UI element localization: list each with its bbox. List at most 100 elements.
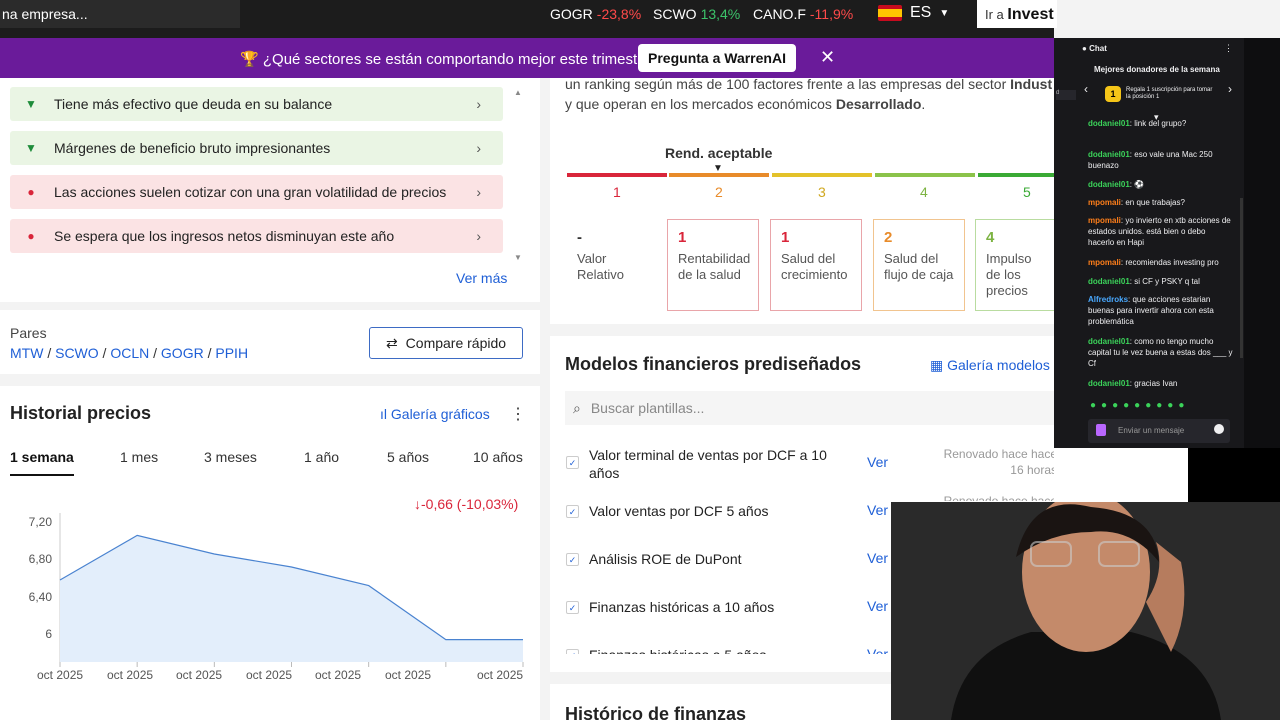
peer-link[interactable]: OCLN (110, 345, 149, 361)
chat-text: : en que trabajas? (1120, 198, 1185, 207)
highlight-label: Se espera que los ingresos netos disminu… (54, 228, 395, 244)
search-input[interactable]: na empresa... (0, 0, 240, 28)
chat-message: dodaniel01: si CF y PSKY q tal (1088, 276, 1233, 287)
top-bar: na empresa... GOGR -23,8% SCWO 13,4% CANO.… (0, 0, 1057, 38)
peers-label: Pares (10, 325, 47, 341)
language-selector[interactable]: ES ▼ (878, 4, 949, 22)
ranking-sector: Indust (1010, 76, 1053, 92)
x-tick-label: oct 2025 (37, 668, 84, 682)
chat-user: dodaniel01 (1088, 337, 1130, 346)
chat-input-placeholder: Enviar un mensaje (1118, 426, 1185, 435)
cam-border (1054, 448, 1188, 502)
ticker-canof[interactable]: CANO.F -11,9% (753, 6, 853, 22)
chat-scrollbar[interactable] (1240, 198, 1243, 358)
chart-gallery-link[interactable]: ıl Galería gráficos (380, 406, 490, 422)
scale-number: 3 (818, 184, 826, 200)
peer-link[interactable]: SCWO (55, 345, 99, 361)
chat-text: : link del grupo? (1129, 119, 1187, 128)
chat-message: dodaniel01: eso vale una Mac 250 buenazo (1088, 149, 1233, 171)
x-tick-label: oct 2025 (176, 668, 223, 682)
ranking-text-line: un ranking según más de 100 factores fre… (565, 74, 1052, 94)
tab-5-years[interactable]: 5 años (387, 449, 429, 465)
highlight-row[interactable]: ▼ Márgenes de beneficio bruto impresionan… (10, 131, 503, 165)
tab-1-month[interactable]: 1 mes (120, 449, 158, 465)
grid-icon: ▦ (930, 357, 944, 373)
trophy-icon: 🏆 (240, 51, 259, 68)
tab-1-year[interactable]: 1 año (304, 449, 339, 465)
goto-investing-button[interactable]: Ir a Invest (977, 0, 1057, 28)
tab-3-months[interactable]: 3 meses (204, 449, 257, 465)
model-view-link[interactable]: Ver (867, 550, 888, 566)
chevron-right-icon[interactable]: › (1228, 82, 1232, 96)
chat-message: Alfredroks: que acciones estarian buenas… (1088, 294, 1233, 327)
chevron-left-icon[interactable]: ‹ (1084, 82, 1088, 96)
check-icon: ✓ (566, 649, 579, 654)
stream-sidebar (1244, 38, 1280, 448)
more-options-icon[interactable]: ⋮ (510, 404, 526, 424)
donor-text: Regala 1 suscripción para tomar la posic… (1126, 87, 1213, 100)
model-view-link[interactable]: Ver (867, 454, 888, 470)
ranking-market: Desarrollado (835, 96, 922, 112)
chat-message: mpomali: yo invierto en xtb acciones de … (1088, 215, 1233, 248)
cam-border (1188, 448, 1280, 502)
tab-1-week[interactable]: 1 semana (10, 449, 74, 465)
scale-segment (978, 173, 1054, 177)
chat-user: Alfredroks (1088, 295, 1129, 304)
search-icon: ⌕ (573, 399, 581, 416)
ticker-scwo[interactable]: SCWO 13,4% (653, 6, 740, 22)
chat-message: dodaniel01: link del grupo? (1088, 118, 1233, 140)
active-tab-indicator (10, 474, 74, 476)
models-gallery-link[interactable]: ▦ Galería modelos (930, 357, 1050, 374)
models-gallery-label: Galería modelos (947, 357, 1050, 373)
chat-user: dodaniel01 (1088, 180, 1130, 189)
quick-compare-button[interactable]: ⇄ Compare rápido (369, 327, 523, 359)
highlight-row[interactable]: ▼ Tiene más efectivo que deuda en su bala… (10, 87, 503, 121)
model-name: Análisis ROE de DuPont (589, 551, 742, 567)
highlight-row[interactable]: ● Las acciones suelen cotizar con una gra… (10, 175, 503, 209)
emote-bar[interactable]: ●●●●●●●●● (1090, 400, 1189, 411)
ranking-text-part: un ranking según más de 100 factores fre… (565, 76, 1011, 92)
chat-text: : gracias Ivan (1129, 379, 1178, 388)
factor-card[interactable]: 2 Salud del flujo de caja (873, 219, 965, 311)
language-code: ES (910, 4, 932, 21)
chat-input[interactable]: Enviar un mensaje (1088, 419, 1230, 443)
chart-gallery-label: Galería gráficos (390, 406, 490, 422)
close-icon[interactable]: ✕ (820, 47, 835, 68)
tab-10-years[interactable]: 10 años (473, 449, 523, 465)
chat-header: ● Chat (1082, 44, 1107, 53)
peer-link[interactable]: MTW (10, 345, 43, 361)
peer-link[interactable]: GOGR (161, 345, 204, 361)
chat-menu-icon[interactable]: ⋮ (1224, 43, 1233, 54)
factor-card[interactable]: - Valor Relativo (566, 219, 658, 311)
bits-icon[interactable] (1096, 424, 1106, 436)
model-view-link[interactable]: Ver (867, 598, 888, 614)
ask-warrenai-button[interactable]: Pregunta a WarrenAI (638, 44, 796, 72)
see-more-link[interactable]: Ver más (456, 270, 507, 286)
factor-value: 1 (781, 229, 790, 246)
factor-card[interactable]: 1 Rentabilidad de la salud (667, 219, 759, 311)
model-view-link[interactable]: Ver (867, 646, 888, 654)
streamer-image (891, 502, 1280, 720)
compare-icon: ⇄ (385, 334, 398, 351)
peer-link[interactable]: PPIH (215, 345, 248, 361)
bull-icon: ▼ (25, 97, 37, 111)
promo-text-wrap: 🏆 ¿Qué sectores se están comportando mej… (240, 50, 659, 68)
ticker-symbol: SCWO (653, 6, 697, 22)
chat-text: : si CF y PSKY q tal (1129, 277, 1200, 286)
factor-card[interactable]: 1 Salud del crecimiento (770, 219, 862, 311)
scale-segment (669, 173, 769, 177)
bear-icon: ● (27, 229, 35, 243)
chat-user: mpomali (1088, 258, 1121, 267)
emote-picker-icon[interactable] (1214, 424, 1224, 434)
highlight-row[interactable]: ● Se espera que los ingresos netos dismin… (10, 219, 503, 253)
ticker-gogr[interactable]: GOGR -23,8% (550, 6, 641, 22)
scale-number: 1 (613, 184, 621, 200)
factor-card[interactable]: 4 Impulso de los precios (975, 219, 1054, 311)
marker-label: Rend. aceptable (665, 145, 773, 161)
scroll-down-icon[interactable]: ▼ (514, 253, 522, 262)
model-view-link[interactable]: Ver (867, 502, 888, 518)
financial-history-title: Histórico de finanzas (565, 704, 747, 720)
scroll-up-icon[interactable]: ▲ (514, 88, 522, 97)
x-tick-label: oct 2025 (315, 668, 362, 682)
template-search[interactable]: ⌕ Buscar plantillas... (565, 391, 1054, 425)
